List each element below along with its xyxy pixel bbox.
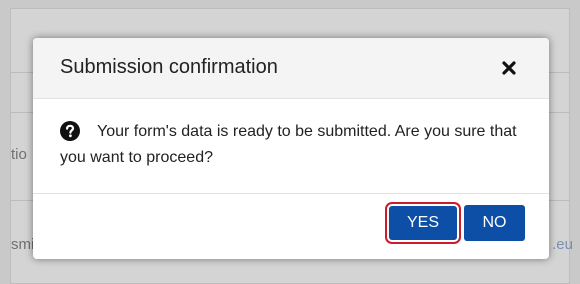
dialog-footer-divider	[33, 193, 549, 194]
yes-button[interactable]: YES	[389, 206, 457, 240]
close-button[interactable]	[499, 58, 519, 78]
dialog-header: Submission confirmation	[33, 38, 549, 99]
dialog-title: Submission confirmation	[60, 56, 278, 78]
confirmation-message: Your form's data is ready to be submitte…	[60, 123, 517, 166]
close-icon	[502, 61, 516, 75]
dialog-body: Your form's data is ready to be submitte…	[33, 99, 549, 193]
background-label-fragment: smi	[11, 236, 35, 253]
background-label-fragment: tio	[11, 146, 27, 163]
background-link-fragment: .eu	[552, 236, 573, 253]
no-button[interactable]: NO	[464, 205, 525, 241]
submission-confirmation-dialog: Submission confirmation Your form's data…	[33, 38, 549, 259]
